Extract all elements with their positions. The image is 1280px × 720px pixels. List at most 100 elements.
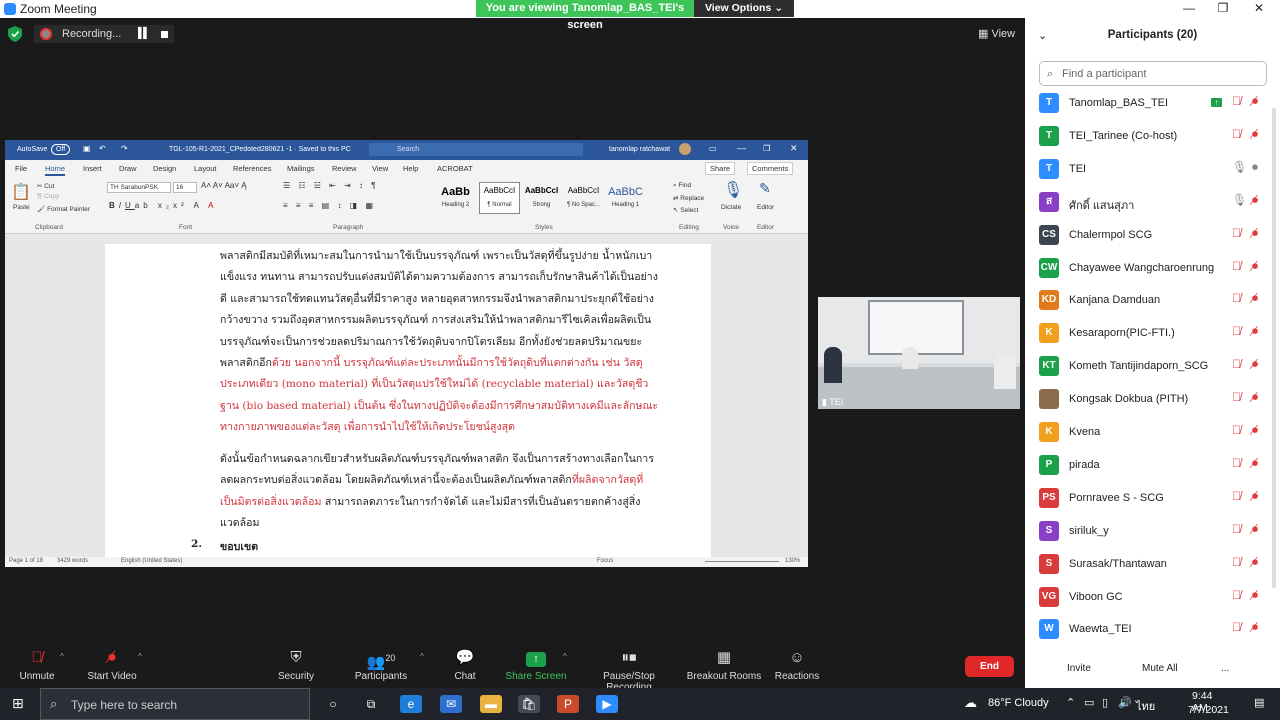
muted-microphone-icon[interactable]: 🎙̸ <box>1232 456 1241 470</box>
participant-row[interactable]: Kongsak Dokbua (PITH) 🎙̸ ⏺̸ <box>1025 384 1280 417</box>
style-no-spacing[interactable]: AaBbCcI ¶ No Spac... <box>563 182 604 214</box>
video-off-icon[interactable]: ⏺̸ <box>1252 324 1258 339</box>
share-screen-button[interactable]: ↑ Share Screen <box>505 648 567 682</box>
muted-microphone-icon[interactable]: 🎙̸ <box>1232 423 1241 437</box>
file-explorer-icon[interactable]: ▬ <box>480 695 502 713</box>
menu-review[interactable]: Review <box>332 164 357 173</box>
video-off-icon[interactable]: ⏺̸ <box>1252 555 1258 570</box>
participant-row[interactable]: VG Viboon GC 🎙̸ ⏺̸ <box>1025 582 1280 615</box>
participant-row[interactable]: K Kesaraporn(PIC-FTI.) 🎙̸ ⏺̸ <box>1025 318 1280 351</box>
font-size-select[interactable]: 16 <box>173 182 197 193</box>
task-view-icon[interactable]: ⧉ <box>360 695 382 713</box>
unmute-button[interactable]: 🎙̸ Unmute <box>16 648 58 682</box>
participant-row[interactable]: PS Pornravee S - SCG 🎙̸ ⏺̸ <box>1025 483 1280 516</box>
style-normal[interactable]: AaBbCcI ¶ Normal <box>479 182 520 214</box>
menu-design[interactable]: Design <box>153 164 176 173</box>
menu-mailings[interactable]: Mailings <box>287 164 315 173</box>
participant-row[interactable]: ส ศักดิ์ แสนสุภา 🎙 ⏺̸ <box>1025 187 1280 220</box>
word-comments-button[interactable]: Comments <box>747 162 794 175</box>
reactions-button[interactable]: ☺ Reactions <box>772 648 822 682</box>
share-caret-icon[interactable]: ^ <box>563 652 567 661</box>
video-off-icon[interactable]: ⏺̸ <box>1252 291 1258 306</box>
audio-options-caret-icon[interactable]: ^ <box>60 652 64 661</box>
close-button[interactable]: ✕ <box>1242 0 1276 18</box>
menu-draw[interactable]: Draw <box>119 164 137 173</box>
word-minimize-button[interactable]: — <box>737 143 746 153</box>
participants-scrollbar[interactable] <box>1272 108 1276 588</box>
security-button[interactable]: ⛨ Security <box>272 648 320 682</box>
font-format-buttons[interactable]: BIUab x₂x² A A <box>109 201 218 210</box>
menu-acrobat[interactable]: ACROBAT <box>437 164 473 173</box>
muted-microphone-icon[interactable]: 🎙̸ <box>1232 489 1241 503</box>
taskbar-search-box[interactable]: ⌕ Type here to search <box>40 688 310 720</box>
video-off-icon[interactable]: ⏺̸ <box>1252 193 1258 208</box>
cortana-icon[interactable]: ○ <box>322 695 344 713</box>
muted-microphone-icon[interactable]: 🎙̸ <box>1232 259 1241 273</box>
participant-row[interactable]: Ssiriluk_y 🎙̸ ⏺̸ <box>1025 516 1280 549</box>
participants-button[interactable]: 👥20 Participants <box>352 648 410 682</box>
participant-row[interactable]: T TEI_Tarinee (Co-host) 🎙̸ ⏺̸ <box>1025 121 1280 154</box>
autosave-toggle[interactable]: Off <box>51 144 71 155</box>
replace-button[interactable]: ⇄ Replace <box>673 194 704 202</box>
maximize-button[interactable]: ❐ <box>1206 0 1240 18</box>
word-share-button[interactable]: Share <box>705 162 736 175</box>
redo-icon[interactable]: ↷ <box>121 144 128 153</box>
more-options-button[interactable]: ... <box>1221 660 1229 678</box>
notifications-icon[interactable]: ▤ <box>1254 696 1264 709</box>
breakout-rooms-button[interactable]: ▦ Breakout Rooms <box>686 648 762 682</box>
muted-microphone-icon[interactable]: 🎙̸ <box>1232 226 1241 240</box>
focus-button[interactable]: Focus <box>597 558 613 564</box>
menu-help[interactable]: Help <box>403 164 418 173</box>
video-off-icon[interactable]: ⏺̸ <box>1252 357 1258 372</box>
participant-row[interactable]: KD Kanjana Damduan 🎙̸ ⏺̸ <box>1025 285 1280 318</box>
minimize-button[interactable]: — <box>1172 0 1206 18</box>
muted-microphone-icon[interactable]: 🎙̸ <box>1232 390 1241 404</box>
chat-button[interactable]: 💬 Chat <box>448 648 482 682</box>
invite-button[interactable]: Invite <box>1067 660 1091 678</box>
list-buttons[interactable]: ☰ ☷ ☱ ⇤ ⇥ ↕ ¶ <box>283 181 379 190</box>
video-off-icon[interactable]: ⏺̸ <box>1252 259 1258 274</box>
tray-chevron-icon[interactable]: ⌃ <box>1066 696 1075 709</box>
editor-label[interactable]: Editor <box>757 204 774 211</box>
video-off-icon[interactable]: ⏺̸ <box>1252 456 1258 471</box>
muted-microphone-icon[interactable]: 🎙̸ <box>1232 94 1241 108</box>
video-camera-icon[interactable]: ⏺ <box>1252 160 1258 175</box>
participant-row[interactable]: T Tanomlap_BAS_TEI ↑ 🎙̸ ⏺̸ <box>1025 88 1280 121</box>
menu-layout[interactable]: Layout <box>194 164 217 173</box>
video-off-icon[interactable]: ⏺̸ <box>1252 226 1258 241</box>
participant-row[interactable]: CW Chayawee Wangcharoenrung 🎙̸ ⏺̸ <box>1025 253 1280 286</box>
muted-microphone-icon[interactable]: 🎙̸ <box>1232 127 1241 141</box>
muted-microphone-icon[interactable]: 🎙̸ <box>1232 555 1241 569</box>
powerpoint-icon[interactable]: P <box>557 695 579 713</box>
editor-pen-icon[interactable]: ✎ <box>759 180 771 197</box>
stop-recording-icon[interactable] <box>161 31 168 38</box>
video-off-icon[interactable]: ⏺̸ <box>1252 423 1258 438</box>
view-options-button[interactable]: View Options ⌄ <box>694 0 794 17</box>
video-options-caret-icon[interactable]: ^ <box>138 652 142 661</box>
word-search-box[interactable]: Search <box>369 143 583 156</box>
weather-text[interactable]: 86°F Cloudy <box>988 697 1049 709</box>
clock-date[interactable]: 7/7/2021 <box>1188 704 1229 716</box>
microphone-icon[interactable]: 🎙 <box>723 180 743 200</box>
style-strong[interactable]: AaBbCcI Strong <box>521 182 562 214</box>
muted-microphone-icon[interactable]: 🎙̸ <box>1232 324 1241 338</box>
participant-row[interactable]: CS Chalermpol SCG 🎙̸ ⏺̸ <box>1025 220 1280 253</box>
cut-button[interactable]: ✂ Cut <box>37 182 54 190</box>
video-off-icon[interactable]: ⏺̸ <box>1252 127 1258 142</box>
video-off-icon[interactable]: ⏺̸ <box>1252 489 1258 504</box>
participant-row[interactable]: W Waewta_TEI 🎙̸ ⏺̸ <box>1025 614 1280 647</box>
zoom-slider[interactable] <box>705 561 779 562</box>
video-off-icon[interactable]: ⏺̸ <box>1252 94 1258 109</box>
word-close-button[interactable]: ✕ <box>790 143 798 154</box>
view-button[interactable]: ▦ View <box>978 27 1015 40</box>
ribbon-display-icon[interactable]: ▭ <box>709 144 717 153</box>
participant-row[interactable]: T TEI 🎙 ⏺ <box>1025 154 1280 187</box>
zoom-taskbar-icon[interactable]: ▶ <box>596 695 618 713</box>
video-off-icon[interactable]: ⏺̸ <box>1252 522 1258 537</box>
font-name-select[interactable]: TH SarabunPSK <box>107 182 171 193</box>
muted-microphone-icon[interactable]: 🎙̸ <box>1232 357 1241 371</box>
participant-row[interactable]: Ppirada 🎙̸ ⏺̸ <box>1025 450 1280 483</box>
microphone-icon[interactable]: 🎙 <box>1232 193 1247 207</box>
mail-icon[interactable]: ✉ <box>440 695 462 713</box>
user-avatar[interactable] <box>679 143 691 155</box>
